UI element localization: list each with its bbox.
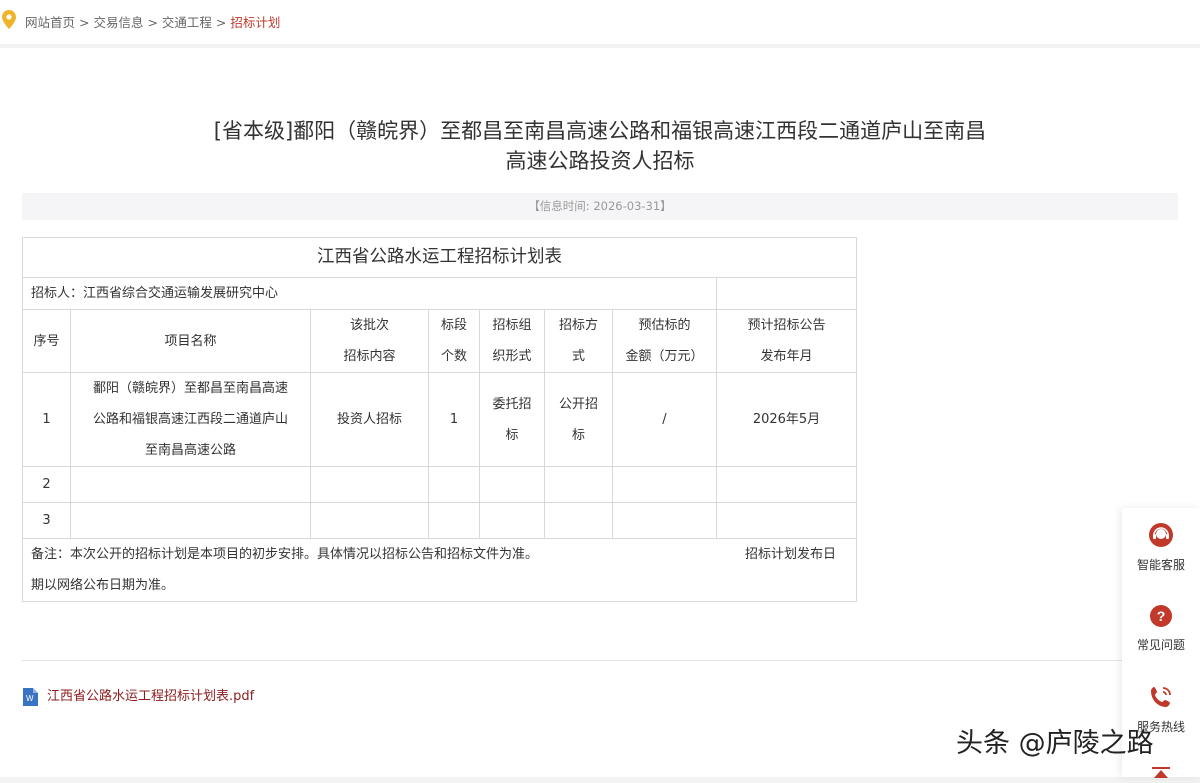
word-doc-icon: W	[23, 688, 38, 706]
header-date-line2: 发布年月	[760, 349, 813, 364]
row-name-line3: 至南昌高速公路	[144, 443, 236, 458]
table-row: 2	[22, 466, 857, 503]
header-amount-line1: 预估标的	[638, 318, 691, 333]
empty-cell	[479, 502, 545, 539]
remark-cell: 备注：本次公开的招标计划是本项目的初步安排。具体情况以招标公告和招标文件为准。 …	[22, 538, 857, 602]
empty-cell	[428, 502, 480, 539]
watermark-text: 头条 @庐陵之路	[956, 728, 1154, 759]
header-method: 招标方式	[544, 309, 613, 373]
row-method: 公开招标	[544, 372, 613, 467]
header-org-line1: 招标组	[492, 318, 532, 333]
svg-text:W: W	[26, 694, 34, 703]
info-time: 【信息时间: 2026-03-31】	[22, 193, 1178, 220]
location-pin-icon	[2, 10, 16, 29]
header-org-line2: 织形式	[492, 349, 532, 364]
row-content: 投资人招标	[310, 372, 429, 467]
row-method-line1: 公开招	[558, 396, 598, 412]
smart-service-label: 智能客服	[1136, 558, 1185, 572]
header-method-line1: 招标方	[558, 318, 598, 333]
row-org-line1: 委托招	[492, 396, 532, 412]
breadcrumb: 网站首页 > 交易信息 > 交通工程 > 招标计划	[25, 12, 280, 31]
row-sections: 1	[428, 372, 480, 467]
divider	[22, 660, 1178, 661]
faq-label: 常见问题	[1136, 638, 1185, 652]
row-amount: /	[612, 372, 717, 467]
header-method-line2: 式	[571, 349, 585, 364]
breadcrumb-transport[interactable]: 交通工程	[162, 15, 212, 30]
header-no: 序号	[22, 309, 71, 373]
empty-cell	[479, 466, 545, 503]
header-sections-line1: 标段	[440, 318, 467, 333]
breadcrumb-trade-info[interactable]: 交易信息	[93, 15, 143, 30]
title-line-2: 高速公路投资人招标	[505, 149, 695, 173]
breadcrumb-current: 招标计划	[230, 15, 281, 30]
empty-cell	[612, 502, 717, 539]
breadcrumb-bar: 网站首页 > 交易信息 > 交通工程 > 招标计划	[0, 0, 1200, 44]
remark-line-2: 期以网络公布日期为准。	[31, 578, 175, 593]
faq-button[interactable]: ? 常见问题	[1122, 604, 1200, 653]
content-card: [省本级]鄱阳（赣皖界）至都昌至南昌高速公路和福银高速江西段二通道庐山至南昌 高…	[0, 48, 1200, 777]
header-date: 预计招标公告 发布年月	[716, 309, 857, 373]
row-org-line2: 标	[505, 427, 519, 443]
table-row: 3	[22, 502, 857, 539]
phone-icon	[1151, 687, 1171, 707]
tenderer-cell: 招标人：江西省综合交通运输发展研究中心	[22, 277, 717, 310]
empty-cell	[310, 466, 429, 503]
header-date-line1: 预计招标公告	[747, 318, 826, 333]
empty-cell	[544, 502, 613, 539]
tender-plan-table: 江西省公路水运工程招标计划表 招标人：江西省综合交通运输发展研究中心 序号 项目…	[22, 237, 857, 602]
header-amount-line2: 金额（万元）	[625, 349, 704, 364]
breadcrumb-separator: >	[79, 15, 94, 30]
header-sections-line2: 个数	[440, 349, 467, 364]
customer-service-icon	[1149, 523, 1173, 547]
header-name: 项目名称	[70, 309, 311, 373]
row-name-line1: 鄱阳（赣皖界）至都昌至南昌高速	[92, 381, 288, 396]
row-org: 委托招标	[479, 372, 545, 467]
empty-cell	[716, 502, 857, 539]
remark-line-1-wrap: 备注：本次公开的招标计划是本项目的初步安排。具体情况以招标公告和招标文件为准。 …	[31, 539, 848, 570]
empty-cell	[428, 466, 480, 503]
table-row: 1 鄱阳（赣皖界）至都昌至南昌高速 公路和福银高速江西段二通道庐山 至南昌高速公路 …	[22, 372, 857, 467]
row-method-line2: 标	[571, 427, 585, 443]
row-name-line2: 公路和福银高速江西段二通道庐山	[92, 412, 288, 427]
header-amount: 预估标的金额（万元）	[612, 309, 717, 373]
empty-cell	[70, 466, 311, 503]
empty-cell	[716, 277, 857, 310]
empty-cell	[310, 502, 429, 539]
remark-line-1-right: 招标计划发布日	[744, 547, 836, 562]
table-title: 江西省公路水运工程招标计划表	[22, 237, 857, 278]
remark-line-1: 备注：本次公开的招标计划是本项目的初步安排。具体情况以招标公告和招标文件为准。	[31, 547, 539, 562]
header-content-line1: 该批次	[349, 318, 389, 333]
smart-service-button[interactable]: 智能客服	[1122, 522, 1200, 573]
row-date: 2026年5月	[716, 372, 857, 467]
svg-text:?: ?	[1157, 608, 1166, 624]
empty-cell	[716, 466, 857, 503]
row-name: 鄱阳（赣皖界）至都昌至南昌高速 公路和福银高速江西段二通道庐山 至南昌高速公路	[70, 372, 311, 467]
empty-cell	[544, 466, 613, 503]
page-title: [省本级]鄱阳（赣皖界）至都昌至南昌高速公路和福银高速江西段二通道庐山至南昌 高…	[150, 116, 1050, 176]
table-header-row: 序号 项目名称 该批次招标内容 标段个数 招标组织形式 招标方式 预估标的金额（…	[22, 309, 857, 373]
header-content-line2: 招标内容	[343, 349, 396, 364]
empty-cell	[70, 502, 311, 539]
header-content: 该批次 招标内容	[310, 309, 429, 373]
question-icon: ?	[1150, 605, 1172, 627]
breadcrumb-separator: >	[147, 15, 162, 30]
breadcrumb-home[interactable]: 网站首页	[25, 15, 75, 30]
header-sections: 标段 个数	[428, 309, 480, 373]
empty-cell	[612, 466, 717, 503]
arrow-up-icon	[1152, 767, 1170, 778]
attachment-link[interactable]: 江西省公路水运工程招标计划表.pdf	[47, 688, 254, 706]
header-org: 招标组 织形式	[479, 309, 545, 373]
title-line-1: [省本级]鄱阳（赣皖界）至都昌至南昌高速公路和福银高速江西段二通道庐山至南昌	[213, 119, 987, 143]
back-to-top-button[interactable]	[1122, 764, 1200, 783]
row-no: 2	[22, 466, 71, 503]
row-no: 3	[22, 502, 71, 539]
breadcrumb-separator: >	[215, 15, 231, 30]
row-no: 1	[22, 372, 71, 467]
